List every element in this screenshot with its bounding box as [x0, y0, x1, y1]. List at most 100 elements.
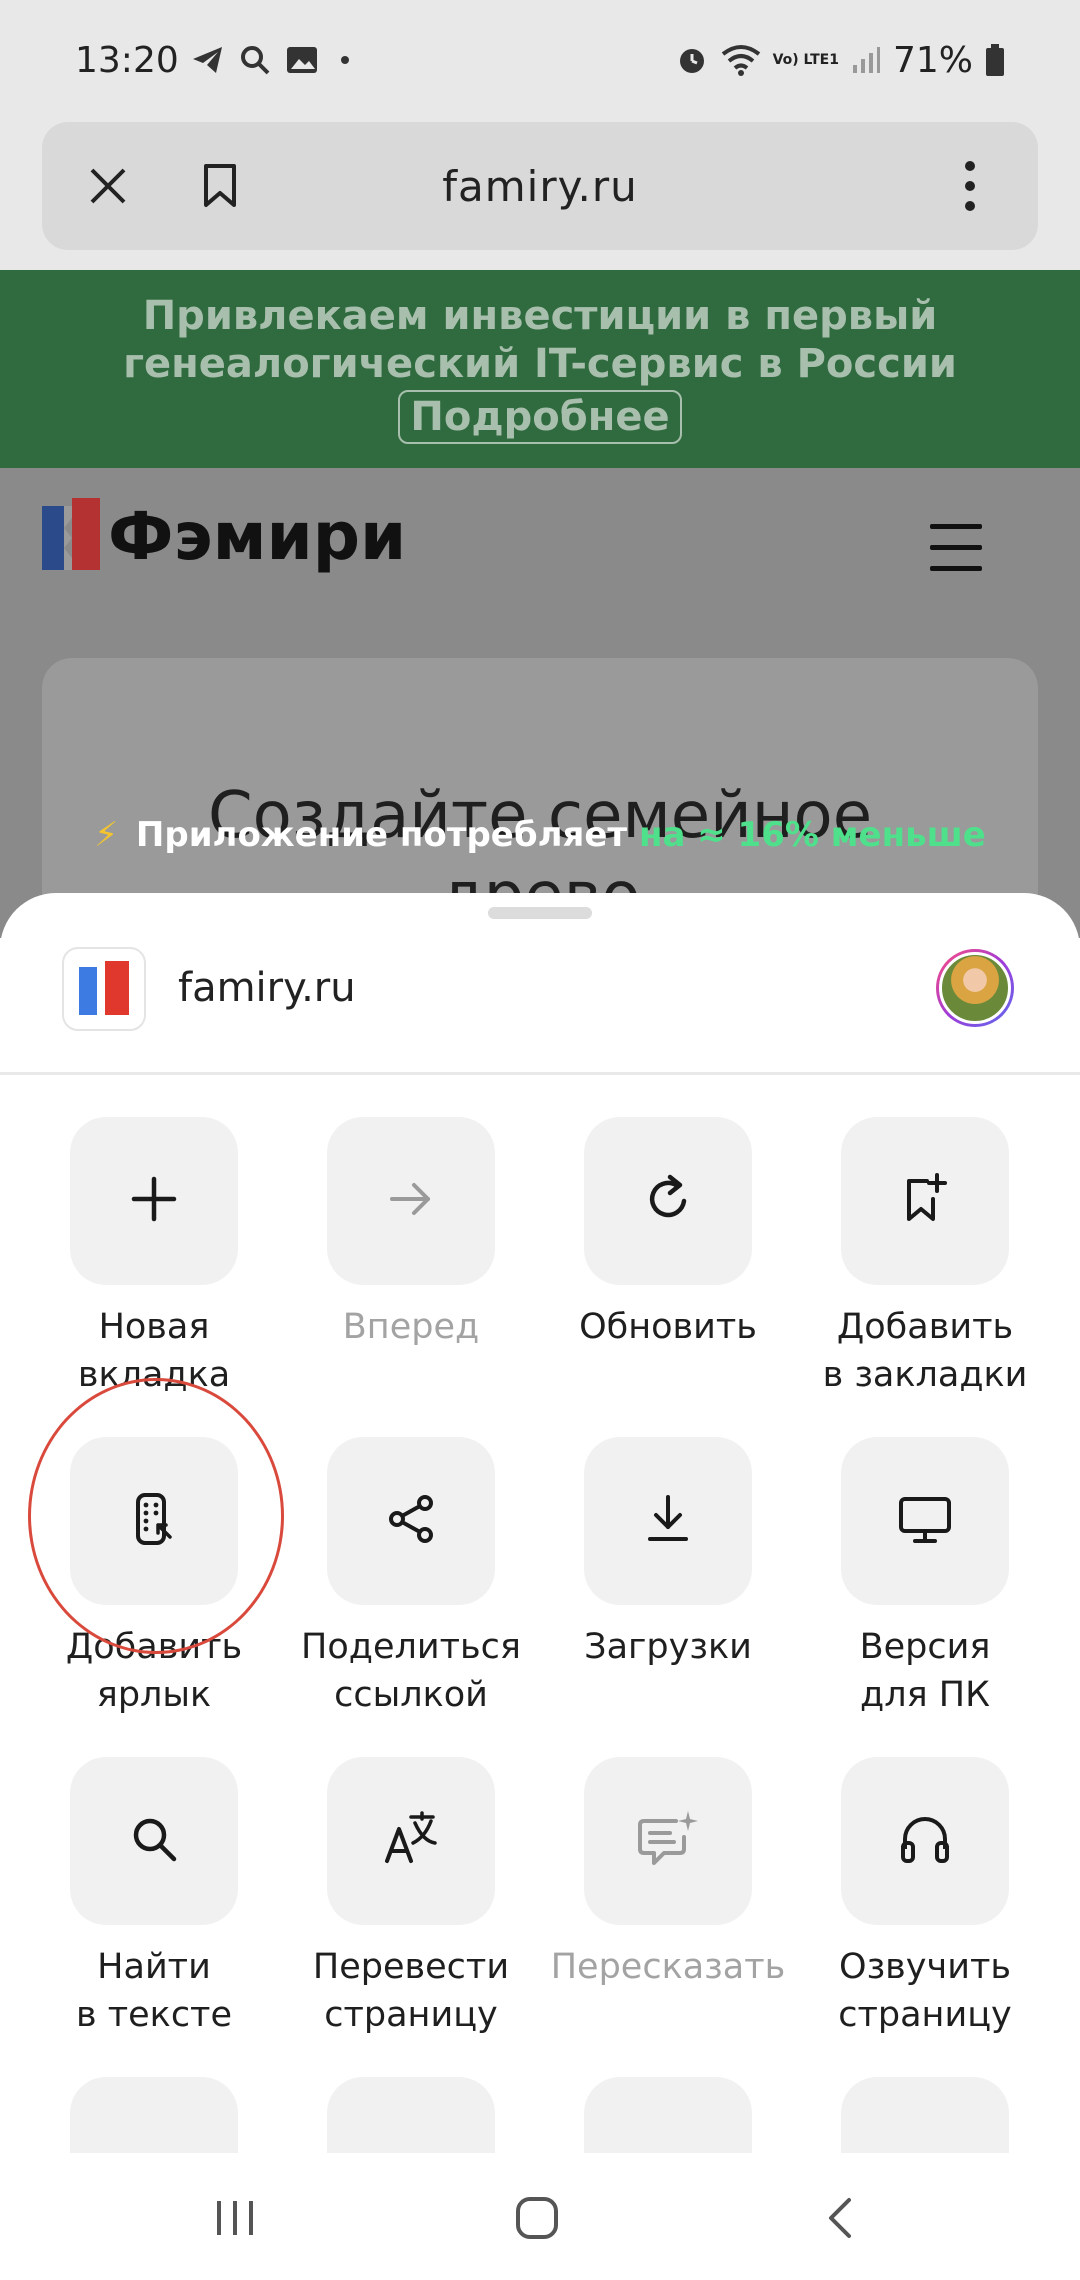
menu-action-button[interactable] — [70, 1437, 238, 1605]
famiry-logo[interactable] — [42, 498, 100, 574]
menu-action-label: Перевести страницу — [282, 1943, 540, 2039]
menu-action-label: Обновить — [539, 1303, 797, 1351]
menu-action-label: Найти в тексте — [25, 1943, 283, 2039]
home-button[interactable] — [497, 2183, 577, 2253]
energy-toast: ⚡ Приложение потребляет на ≈ 16% меньше — [0, 815, 1080, 855]
menu-action-button[interactable] — [584, 1437, 752, 1605]
menu-action-button[interactable] — [327, 1437, 495, 1605]
menu-action-desktop[interactable]: Версия для ПК — [796, 1437, 1054, 1719]
menu-action-button[interactable] — [70, 2077, 238, 2153]
browser-menu-button[interactable] — [942, 158, 998, 214]
promo-line-2: генеалогический IT-сервис в России — [123, 341, 957, 387]
url-bar[interactable]: famiry.ru — [42, 122, 1038, 250]
menu-action-button[interactable] — [70, 1117, 238, 1285]
label-line-2: ссылкой — [334, 1675, 488, 1715]
lte-label: Vo) LTE1 — [772, 52, 839, 68]
toast-accent: на ≈ 16% меньше — [638, 815, 986, 855]
menu-action-search[interactable]: Найти в тексте — [25, 1757, 283, 2039]
close-icon — [90, 168, 126, 204]
back-icon — [829, 2198, 851, 2238]
site-favicon — [62, 947, 146, 1031]
arrow-right-icon — [386, 1174, 436, 1228]
menu-action-button[interactable] — [327, 1757, 495, 1925]
menu-action-button[interactable] — [584, 2077, 752, 2153]
plus-icon — [126, 1171, 182, 1231]
signal-icon — [851, 45, 881, 75]
refresh-icon — [640, 1171, 696, 1231]
back-button[interactable] — [800, 2183, 880, 2253]
menu-action-download[interactable]: Загрузки — [539, 1437, 797, 1671]
avatar-image — [939, 952, 1011, 1024]
label-line-2: страницу — [324, 1995, 498, 2035]
menu-action-button[interactable] — [841, 1117, 1009, 1285]
menu-action-partial[interactable] — [282, 2077, 540, 2153]
label-line-2: в закладки — [822, 1355, 1028, 1395]
search-icon — [126, 1811, 182, 1871]
menu-action-button[interactable] — [841, 1757, 1009, 1925]
menu-action-label: Версия для ПК — [796, 1623, 1054, 1719]
menu-action-label: Добавить в закладки — [796, 1303, 1054, 1399]
profile-avatar[interactable] — [936, 949, 1014, 1027]
search-status-icon — [239, 44, 271, 76]
menu-action-label: Загрузки — [539, 1623, 797, 1671]
promo-more-button[interactable]: Подробнее — [398, 390, 682, 444]
menu-action-button[interactable] — [327, 2077, 495, 2153]
alarm-icon — [675, 43, 709, 77]
label-line-2: страницу — [838, 1995, 1012, 2035]
menu-action-partial[interactable] — [796, 2077, 1054, 2153]
bookmark-button[interactable] — [192, 158, 248, 214]
recents-button[interactable] — [195, 2183, 275, 2253]
label-line-1: Обновить — [579, 1307, 757, 1347]
label-line-1: Перевести — [312, 1947, 510, 1987]
label-line-1: Озвучить — [839, 1947, 1011, 1987]
recents-icon — [217, 2201, 253, 2235]
site-header: Фэмири — [0, 468, 1080, 638]
menu-action-arrow-right: Вперед — [282, 1117, 540, 1351]
hamburger-menu-icon[interactable] — [930, 524, 982, 572]
image-icon — [285, 45, 319, 75]
menu-action-partial[interactable] — [539, 2077, 797, 2153]
bookmark-icon — [204, 164, 236, 207]
label-line-1: Версия — [859, 1627, 991, 1667]
sheet-grabber[interactable] — [488, 907, 592, 919]
battery-icon — [985, 43, 1005, 77]
menu-action-button[interactable] — [70, 1757, 238, 1925]
browser-menu-sheet: famiry.ru Новая вкладка Вперед Обновить Доба… — [0, 893, 1080, 2153]
promo-line-1: Привлекаем инвестиции в первый — [142, 293, 938, 339]
lightning-icon: ⚡ — [94, 815, 119, 855]
menu-action-shortcut[interactable]: Добавить ярлык — [25, 1437, 283, 1719]
toast-text: Приложение потребляет — [135, 815, 628, 855]
label-line-2: в тексте — [76, 1995, 232, 2035]
home-icon — [516, 2197, 558, 2239]
menu-action-headphones[interactable]: Озвучить страницу — [796, 1757, 1054, 2039]
menu-action-bookmark-add[interactable]: Добавить в закладки — [796, 1117, 1054, 1399]
sheet-divider — [0, 1072, 1080, 1075]
menu-action-partial[interactable] — [25, 2077, 283, 2153]
shortcut-icon — [126, 1491, 182, 1551]
summary-icon — [636, 1809, 700, 1873]
menu-action-button[interactable] — [584, 1117, 752, 1285]
label-line-2: вкладка — [77, 1355, 231, 1395]
telegram-icon — [191, 45, 225, 75]
menu-action-plus[interactable]: Новая вкладка — [25, 1117, 283, 1399]
system-nav-bar — [0, 2153, 1080, 2280]
menu-action-summary: Пересказать — [539, 1757, 797, 1991]
translate-icon — [381, 1809, 441, 1873]
label-line-1: Поделиться — [301, 1627, 521, 1667]
menu-action-button — [327, 1117, 495, 1285]
label-line-2: ярлык — [96, 1675, 212, 1715]
bookmark-add-icon — [897, 1171, 953, 1231]
close-tab-button[interactable] — [80, 158, 136, 214]
status-bar: 13:20 Vo) LTE1 71% — [0, 0, 1080, 120]
menu-action-button[interactable] — [841, 2077, 1009, 2153]
menu-action-share[interactable]: Поделиться ссылкой — [282, 1437, 540, 1719]
menu-action-refresh[interactable]: Обновить — [539, 1117, 797, 1351]
url-text[interactable]: famiry.ru — [342, 162, 738, 211]
headphones-icon — [897, 1811, 953, 1871]
label-line-1: Добавить — [65, 1627, 243, 1667]
menu-action-translate[interactable]: Перевести страницу — [282, 1757, 540, 2039]
menu-action-button[interactable] — [841, 1437, 1009, 1605]
wifi-icon — [721, 44, 761, 76]
menu-action-label: Новая вкладка — [25, 1303, 283, 1399]
battery-text: 71% — [892, 39, 973, 81]
